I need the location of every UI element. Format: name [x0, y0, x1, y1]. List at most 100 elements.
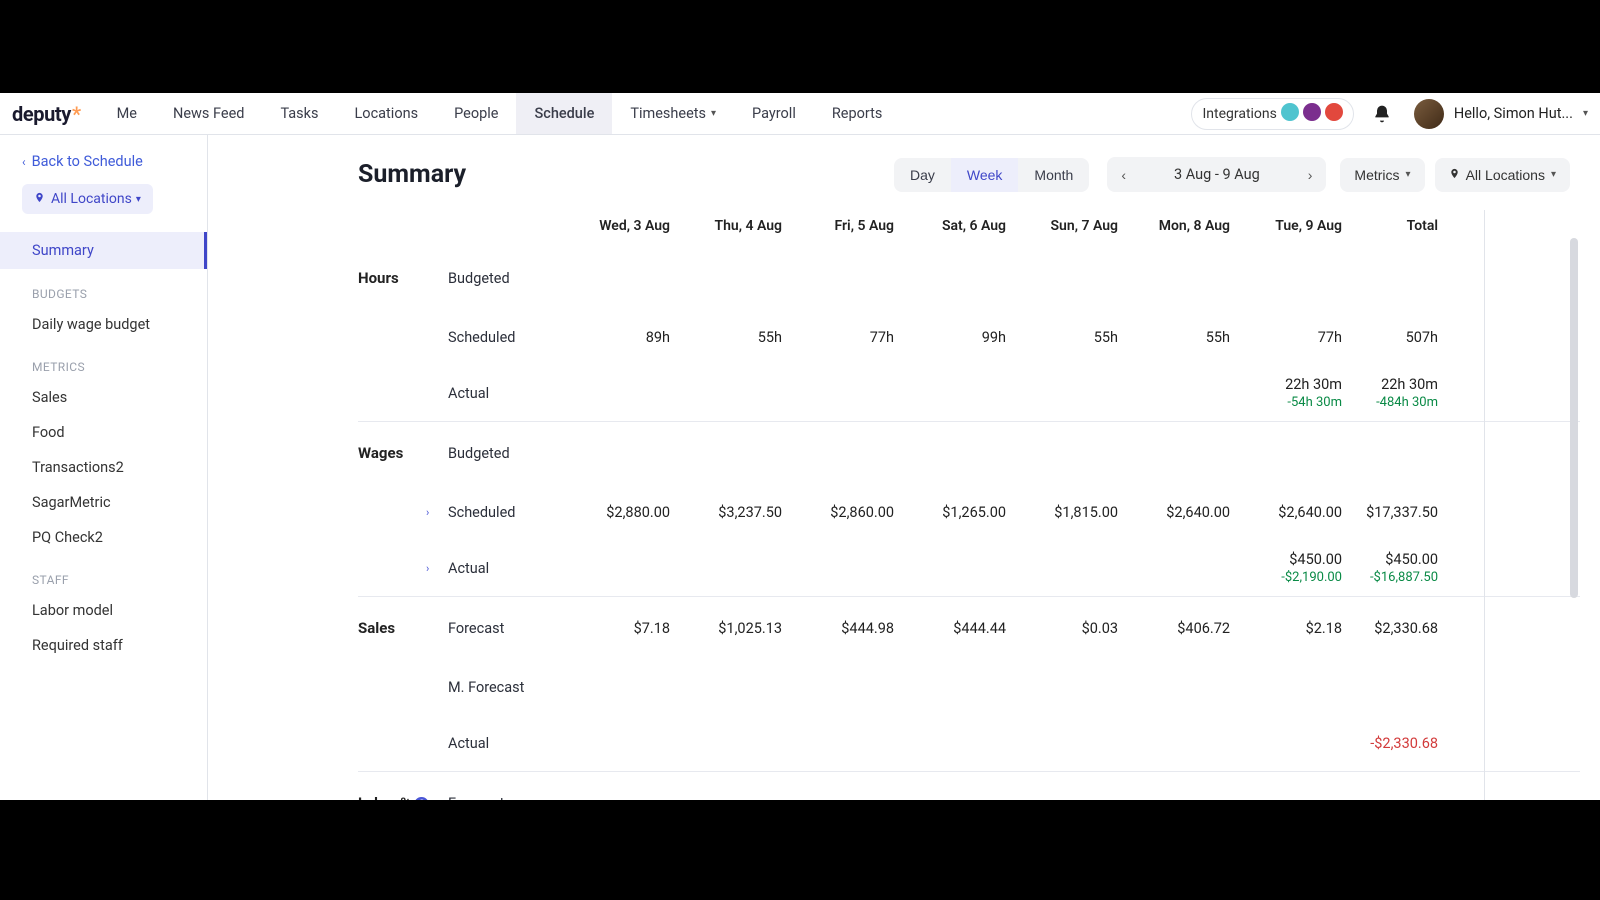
table-cell: 22h 30m-54h 30m: [1240, 376, 1352, 410]
table-cell: $406.72: [1128, 620, 1240, 637]
table-cell: 77h: [1240, 329, 1352, 346]
table-row: WagesBudgeted: [358, 422, 1580, 484]
locations-label: All Locations: [1466, 167, 1545, 183]
row-sub-label: Scheduled: [448, 504, 515, 521]
row-subcategory: Scheduled: [448, 329, 568, 346]
view-day-button[interactable]: Day: [894, 158, 951, 192]
nav-item-label: Me: [117, 105, 137, 122]
integration-app-icon: [1303, 103, 1321, 121]
table-cell-total: 507h: [1352, 329, 1448, 346]
table-cell: $3,237.50: [680, 504, 792, 521]
cell-delta: -54h 30m: [1287, 395, 1342, 410]
table-section: WagesBudgeted›Scheduled$2,880.00$3,237.5…: [358, 422, 1580, 597]
nav-item-payroll[interactable]: Payroll: [734, 93, 814, 134]
sidebar-item-summary[interactable]: Summary: [0, 232, 207, 269]
table-cell: $450.00-$2,190.00: [1240, 551, 1352, 585]
table-cell: $2,640.00: [1240, 504, 1352, 521]
date-range-label[interactable]: 3 Aug - 9 Aug: [1140, 157, 1294, 192]
sidebar-item-required-staff[interactable]: Required staff: [0, 628, 207, 663]
table-cell: $2,860.00: [792, 504, 904, 521]
nav-item-label: Locations: [355, 105, 419, 122]
table-row: HoursBudgeted: [358, 247, 1580, 309]
table-cell-total: 22h 30m -484h 30m: [1352, 376, 1448, 410]
nav-item-label: Payroll: [752, 105, 796, 122]
nav-item-label: Tasks: [280, 105, 318, 122]
row-subcategory: Budgeted: [448, 270, 568, 287]
cell-value: -$2,330.68: [1370, 735, 1438, 752]
row-sub-label: Actual: [448, 560, 489, 577]
table-row: M. Forecast: [358, 659, 1580, 715]
brand-logo: deputy*: [12, 102, 81, 126]
table-cell: $1,025.13: [680, 620, 792, 637]
sidebar-item-labor-model[interactable]: Labor model: [0, 593, 207, 628]
integration-app-icon: [1325, 103, 1343, 121]
table-cell: 55h: [1016, 329, 1128, 346]
table-row: Actual-$2,330.68: [358, 715, 1580, 771]
view-week-button[interactable]: Week: [951, 158, 1019, 192]
notifications-bell-icon[interactable]: [1372, 104, 1392, 124]
location-pin-icon: [1449, 168, 1460, 182]
user-menu[interactable]: Hello, Simon Hut... ▾: [1414, 99, 1588, 129]
chevron-down-icon: ▾: [1406, 169, 1411, 180]
cell-value: 22h 30m: [1381, 376, 1438, 393]
sidebar-item-daily-wage-budget[interactable]: Daily wage budget: [0, 307, 207, 342]
nav-item-tasks[interactable]: Tasks: [262, 93, 336, 134]
row-subcategory: M. Forecast: [448, 679, 568, 696]
table-cell: $444.98: [792, 620, 904, 637]
sidebar-item-transactions2[interactable]: Transactions2: [0, 450, 207, 485]
row-sub-label: Budgeted: [448, 270, 510, 287]
nav-item-label: Schedule: [534, 105, 594, 122]
nav-item-schedule[interactable]: Schedule: [516, 93, 612, 134]
table-cell: 55h: [1128, 329, 1240, 346]
table-row: Actual 22h 30m-54h 30m 22h 30m -484h 30m: [358, 365, 1580, 421]
cell-delta: -484h 30m: [1376, 395, 1438, 410]
view-month-button[interactable]: Month: [1018, 158, 1089, 192]
locations-dropdown[interactable]: All Locations ▾: [1435, 158, 1570, 192]
table-cell: $1,815.00: [1016, 504, 1128, 521]
column-header: Wed, 3 Aug: [568, 218, 680, 234]
brand-asterisk-icon: *: [72, 102, 81, 126]
sidebar-item-sagarmetric[interactable]: SagarMetric: [0, 485, 207, 520]
table-cell-total: $450.00-$16,887.50: [1352, 551, 1448, 585]
next-range-button[interactable]: ›: [1294, 158, 1327, 192]
column-header: Tue, 9 Aug: [1240, 218, 1352, 234]
table-row: ›Scheduled$2,880.00$3,237.50$2,860.00$1,…: [358, 484, 1580, 540]
row-category: Labor %?: [358, 794, 448, 801]
table-cell: $7.18: [568, 620, 680, 637]
nav-item-people[interactable]: People: [436, 93, 516, 134]
prev-range-button[interactable]: ‹: [1107, 158, 1140, 192]
sidebar-item-food[interactable]: Food: [0, 415, 207, 450]
nav-item-timesheets[interactable]: Timesheets▾: [612, 93, 734, 134]
title-bar: Summary DayWeekMonth ‹ 3 Aug - 9 Aug › M…: [358, 157, 1580, 192]
nav-items: Me News Feed Tasks Locations People Schedule T…: [99, 93, 901, 134]
nav-item-label: Timesheets: [630, 105, 706, 122]
sidebar-item-pq-check2[interactable]: PQ Check2: [0, 520, 207, 555]
row-subcategory: ›Scheduled: [448, 504, 568, 521]
nav-item-locations[interactable]: Locations: [337, 93, 437, 134]
row-sub-label: Forecast: [448, 620, 504, 637]
integrations-pill[interactable]: Integrations: [1191, 98, 1353, 130]
sidebar-item-sales[interactable]: Sales: [0, 380, 207, 415]
metrics-label: Metrics: [1354, 167, 1399, 183]
nav-item-news-feed[interactable]: News Feed: [155, 93, 262, 134]
table-cell-total: $17,337.50: [1352, 504, 1448, 521]
row-category: Sales: [358, 619, 448, 637]
date-range-nav: ‹ 3 Aug - 9 Aug ›: [1107, 157, 1326, 192]
nav-item-me[interactable]: Me: [99, 93, 155, 134]
back-label: Back to Schedule: [32, 153, 143, 170]
table-cell: $2.18: [1240, 620, 1352, 637]
sidebar-location-filter[interactable]: All Locations ▾: [22, 184, 153, 214]
back-to-schedule-link[interactable]: ‹ Back to Schedule: [0, 149, 207, 184]
table-cell: $1,265.00: [904, 504, 1016, 521]
table-section: SalesForecast$7.18$1,025.13$444.98$444.4…: [358, 597, 1580, 772]
nav-item-reports[interactable]: Reports: [814, 93, 901, 134]
row-subcategory: Actual: [448, 385, 568, 402]
scrollbar-thumb[interactable]: [1570, 238, 1578, 598]
nav-item-label: Reports: [832, 105, 883, 122]
metrics-dropdown[interactable]: Metrics ▾: [1340, 158, 1424, 192]
expand-row-icon[interactable]: ›: [426, 506, 429, 519]
table-cell: 55h: [680, 329, 792, 346]
expand-row-icon[interactable]: ›: [426, 562, 429, 575]
help-icon[interactable]: ?: [414, 797, 429, 801]
table-cell-total: $2,330.68: [1352, 620, 1448, 637]
